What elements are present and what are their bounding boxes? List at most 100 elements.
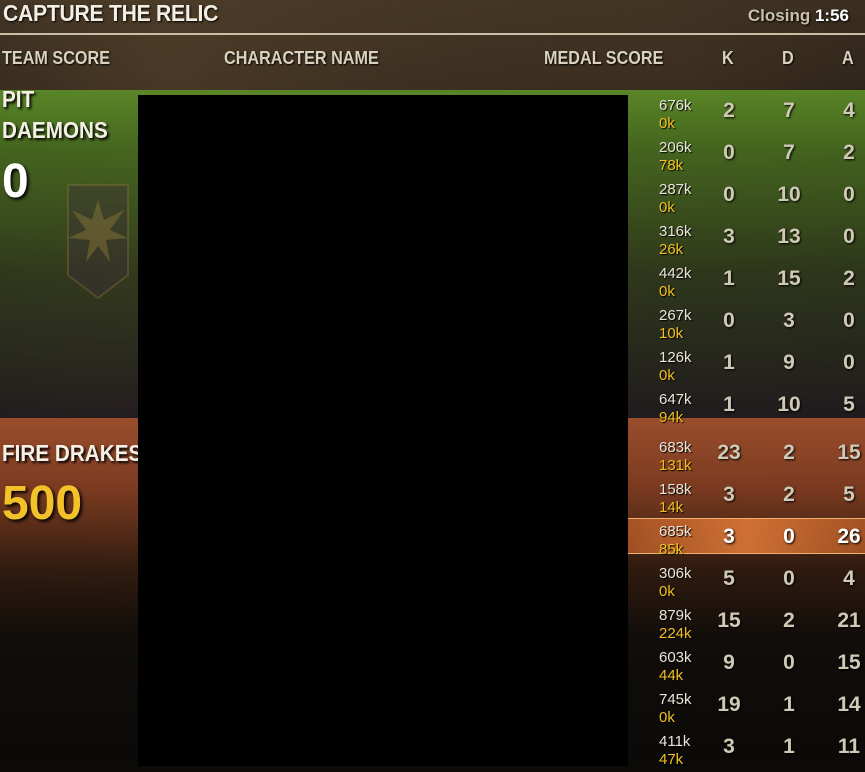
team-score-pit-daemons: 0	[2, 155, 29, 208]
medal-score: 158k 14k	[659, 481, 692, 517]
medal-score-gain: 0k	[659, 367, 675, 384]
medal-score-total: 126k	[659, 349, 692, 366]
kills-value: 2	[723, 99, 735, 122]
team-name-fire-drakes: FIRE DRAKES	[2, 440, 143, 466]
assists-value: 4	[843, 567, 855, 590]
medal-score-gain: 44k	[659, 667, 684, 684]
kills-value: 0	[723, 141, 735, 164]
column-header-character-name: CHARACTER NAME	[224, 48, 379, 68]
medal-score-total: 647k	[659, 391, 692, 408]
player-row[interactable]: 306k 0k 5 0 4	[628, 562, 865, 604]
kills-value: 0	[723, 183, 735, 206]
deaths-value: 0	[783, 651, 795, 674]
assists-value: 0	[843, 225, 855, 248]
kills-value: 3	[723, 735, 735, 758]
deaths-value: 0	[783, 525, 795, 548]
player-row[interactable]: 267k 10k 0 3 0	[628, 304, 865, 346]
closing-time: 1:56	[814, 6, 849, 25]
deaths-value: 2	[783, 441, 795, 464]
kills-value: 1	[723, 267, 735, 290]
player-row[interactable]: 158k 14k 3 2 5	[628, 478, 865, 520]
kills-value: 15	[717, 609, 741, 632]
column-header-medal-score: MEDAL SCORE	[544, 48, 664, 68]
medal-score: 411k 47k	[659, 733, 690, 769]
assists-value: 0	[843, 309, 855, 332]
assists-value: 2	[843, 267, 855, 290]
assists-value: 15	[837, 441, 861, 464]
kills-value: 5	[723, 567, 735, 590]
player-row[interactable]: 442k 0k 1 15 2	[628, 262, 865, 304]
medal-score-gain: 224k	[659, 625, 692, 642]
player-row[interactable]: 676k 0k 2 7 4	[628, 94, 865, 136]
medal-score-gain: 78k	[659, 157, 684, 174]
phoenix-banner-icon	[67, 184, 129, 300]
kills-value: 3	[723, 525, 735, 548]
assists-value: 26	[837, 525, 861, 548]
closing-label: Closing	[747, 6, 811, 25]
medal-score-gain: 0k	[659, 583, 675, 600]
medal-score-gain: 0k	[659, 283, 675, 300]
player-row[interactable]: 647k 94k 1 10 5	[628, 388, 865, 430]
team-name-daemons: DAEMONS	[2, 117, 108, 143]
deaths-value: 0	[783, 567, 795, 590]
medal-score-gain: 131k	[659, 457, 692, 474]
player-row[interactable]: 879k 224k 15 2 21	[628, 604, 865, 646]
assists-value: 0	[843, 351, 855, 374]
mode-title: CAPTURE THE RELIC	[3, 0, 219, 26]
deaths-value: 2	[783, 609, 795, 632]
assists-value: 14	[837, 693, 861, 716]
assists-value: 21	[837, 609, 861, 632]
player-row[interactable]: 206k 78k 0 7 2	[628, 136, 865, 178]
player-row[interactable]: 603k 44k 9 0 15	[628, 646, 865, 688]
medal-score: 267k 10k	[659, 307, 692, 343]
kills-value: 9	[723, 651, 735, 674]
team-score-fire-drakes: 500	[2, 477, 83, 530]
closing-timer: Closing 1:56	[748, 6, 849, 26]
medal-score-total: 442k	[659, 265, 692, 282]
column-header-team-score: TEAM SCORE	[2, 48, 111, 68]
header-bar: CAPTURE THE RELIC Closing 1:56	[0, 0, 865, 35]
deaths-value: 10	[777, 183, 801, 206]
medal-score: 442k 0k	[659, 265, 692, 301]
medal-score-total: 267k	[659, 307, 692, 324]
assists-value: 0	[843, 183, 855, 206]
medal-score-gain: 94k	[659, 409, 684, 426]
medal-score-total: 685k	[659, 523, 692, 540]
column-header-assists: A	[842, 48, 854, 68]
medal-score-gain: 0k	[659, 709, 675, 726]
player-row[interactable]: 287k 0k 0 10 0	[628, 178, 865, 220]
kills-value: 0	[723, 309, 735, 332]
medal-score-total: 603k	[659, 649, 692, 666]
column-header-deaths: D	[782, 48, 794, 68]
player-row[interactable]: 745k 0k 19 1 14	[628, 688, 865, 730]
player-row[interactable]: 316k 26k 3 13 0	[628, 220, 865, 262]
medal-score-total: 158k	[659, 481, 692, 498]
medal-score: 603k 44k	[659, 649, 692, 685]
player-row[interactable]: 683k 131k 23 2 15	[628, 436, 865, 478]
column-header-kills: K	[722, 48, 734, 68]
medal-score: 676k 0k	[659, 97, 692, 133]
deaths-value: 1	[783, 693, 795, 716]
medal-score: 306k 0k	[659, 565, 692, 601]
medal-score-total: 879k	[659, 607, 692, 624]
medal-score-total: 411k	[659, 733, 691, 750]
medal-score-gain: 10k	[659, 325, 684, 342]
medal-score-total: 316k	[659, 223, 692, 240]
player-row[interactable]: 126k 0k 1 9 0	[628, 346, 865, 388]
medal-score: 647k 94k	[659, 391, 692, 427]
player-row[interactable]: 685k 85k 3 0 26	[628, 520, 865, 562]
deaths-value: 7	[783, 141, 795, 164]
assists-value: 5	[843, 393, 855, 416]
medal-score: 879k 224k	[659, 607, 692, 643]
kills-value: 19	[717, 693, 741, 716]
deaths-value: 3	[783, 309, 795, 332]
medal-score-gain: 85k	[659, 541, 684, 558]
assists-value: 11	[837, 735, 861, 758]
medal-score-total: 306k	[659, 565, 692, 582]
medal-score-total: 287k	[659, 181, 692, 198]
assists-value: 15	[837, 651, 861, 674]
medal-score-gain: 14k	[659, 499, 684, 516]
medal-score-total: 676k	[659, 97, 692, 114]
medal-score-total: 745k	[659, 691, 692, 708]
deaths-value: 15	[777, 267, 801, 290]
